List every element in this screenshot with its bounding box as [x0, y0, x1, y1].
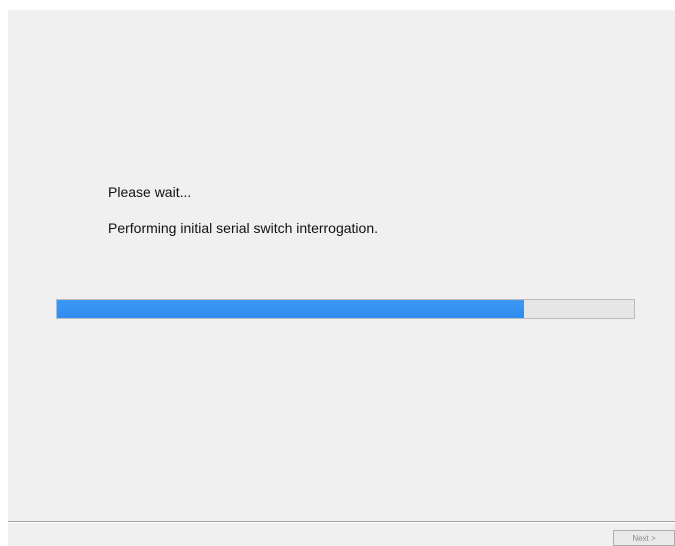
next-button[interactable]: Next >: [613, 530, 675, 546]
wizard-window: Please wait... Performing initial serial…: [8, 10, 675, 546]
progress-bar-fill: [57, 300, 525, 318]
please-wait-text: Please wait...: [108, 184, 192, 200]
progress-bar: [56, 299, 635, 319]
status-message: Performing initial serial switch interro…: [108, 220, 378, 236]
footer-divider: [8, 521, 675, 523]
